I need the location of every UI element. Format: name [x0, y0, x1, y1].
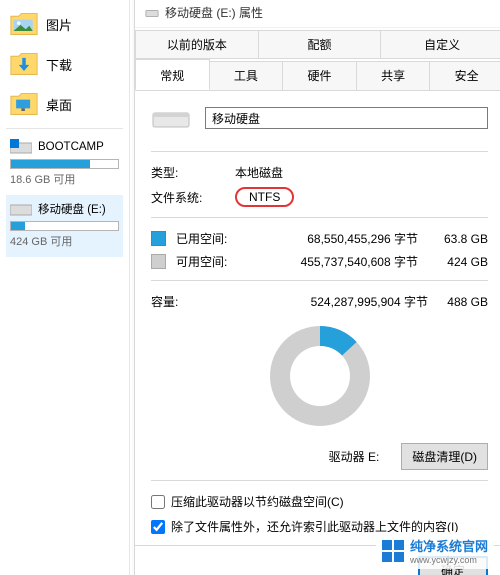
used-space-row: 已用空间: 68,550,455,296 字节 63.8 GB [151, 230, 488, 247]
sidebar-item-pictures[interactable]: 图片 [6, 4, 123, 44]
tab-general[interactable]: 常规 [135, 59, 210, 90]
sidebar-item-label: 图片 [46, 15, 119, 34]
windows-drive-icon [10, 139, 32, 155]
disk-cleanup-button[interactable]: 磁盘清理(D) [401, 443, 488, 470]
divider [151, 217, 488, 218]
dialog-title: 移动硬盘 (E:) 属性 [165, 4, 263, 21]
used-label: 已用空间: [176, 230, 246, 247]
divider [151, 151, 488, 152]
drive-icon [145, 6, 159, 20]
sidebar-item-label: 下载 [46, 55, 119, 74]
tab-quota[interactable]: 配额 [259, 30, 382, 59]
explorer-sidebar: 图片 下载 桌面 BOOTCAMP 18.6 GB 可用 [0, 0, 130, 575]
compress-checkbox[interactable]: 压缩此驱动器以节约磁盘空间(C) [151, 493, 488, 510]
free-space-row: 可用空间: 455,737,540,608 字节 424 GB [151, 253, 488, 270]
tab-security[interactable]: 安全 [430, 61, 500, 90]
sidebar-item-desktop[interactable]: 桌面 [6, 84, 123, 124]
drive-name: 移动硬盘 (E:) [38, 201, 106, 217]
free-swatch-icon [151, 254, 166, 269]
used-swatch-icon [151, 231, 166, 246]
compress-checkbox-label: 压缩此驱动器以节约磁盘空间(C) [171, 493, 344, 510]
filesystem-value: NTFS [235, 187, 294, 207]
capacity-label: 容量: [151, 293, 246, 310]
drive-free-text: 18.6 GB 可用 [10, 171, 119, 187]
sidebar-drive-removable[interactable]: 移动硬盘 (E:) 424 GB 可用 [6, 195, 123, 257]
free-label: 可用空间: [176, 253, 246, 270]
tab-sharing[interactable]: 共享 [357, 61, 431, 90]
drive-caption: 驱动器 E: [329, 448, 380, 465]
type-value: 本地磁盘 [235, 164, 283, 181]
dialog-title-bar: 移动硬盘 (E:) 属性 [135, 0, 500, 28]
divider [151, 480, 488, 481]
disk-usage-donut-chart [262, 318, 378, 434]
pictures-folder-icon [10, 12, 38, 36]
drive-name: BOOTCAMP [38, 141, 104, 153]
desktop-folder-icon [10, 92, 38, 116]
capacity-gb: 488 GB [428, 295, 488, 309]
drive-usage-bar [10, 159, 119, 169]
sidebar-item-downloads[interactable]: 下载 [6, 44, 123, 84]
index-checkbox-input[interactable] [151, 520, 165, 534]
free-gb: 424 GB [428, 255, 488, 269]
type-label: 类型: [151, 164, 215, 181]
used-gb: 63.8 GB [428, 232, 488, 246]
watermark-logo-icon [382, 540, 404, 562]
properties-dialog: 移动硬盘 (E:) 属性 以前的版本 配额 自定义 常规 工具 硬件 共享 安全… [134, 0, 500, 575]
watermark-url: www.ycwjzy.com [410, 555, 488, 565]
drive-free-text: 424 GB 可用 [10, 233, 119, 249]
capacity-row: 容量: 524,287,995,904 字节 488 GB [151, 293, 488, 310]
tabs-row1: 以前的版本 配额 自定义 [135, 28, 500, 59]
tab-tools[interactable]: 工具 [210, 61, 284, 90]
used-bytes: 68,550,455,296 字节 [256, 230, 418, 247]
filesystem-label: 文件系统: [151, 189, 215, 206]
drive-name-input[interactable] [205, 107, 488, 129]
filesystem-row: 文件系统: NTFS [151, 187, 488, 207]
drive-illustration-icon [151, 103, 191, 133]
tab-previous-versions[interactable]: 以前的版本 [135, 30, 259, 59]
sidebar-item-label: 桌面 [46, 95, 119, 114]
capacity-bytes: 524,287,995,904 字节 [246, 293, 428, 310]
tabs-row2: 常规 工具 硬件 共享 安全 [135, 59, 500, 91]
watermark: 纯净系统官网 www.ycwjzy.com [376, 532, 494, 569]
sidebar-separator [6, 128, 123, 129]
removable-drive-icon [10, 201, 32, 217]
drive-usage-bar [10, 221, 119, 231]
divider [151, 280, 488, 281]
watermark-text: 纯净系统官网 [410, 539, 488, 554]
sidebar-drive-bootcamp[interactable]: BOOTCAMP 18.6 GB 可用 [6, 133, 123, 195]
downloads-folder-icon [10, 52, 38, 76]
compress-checkbox-input[interactable] [151, 495, 165, 509]
free-bytes: 455,737,540,608 字节 [256, 253, 418, 270]
tab-hardware[interactable]: 硬件 [283, 61, 357, 90]
type-row: 类型: 本地磁盘 [151, 164, 488, 181]
tab-custom[interactable]: 自定义 [381, 30, 500, 59]
